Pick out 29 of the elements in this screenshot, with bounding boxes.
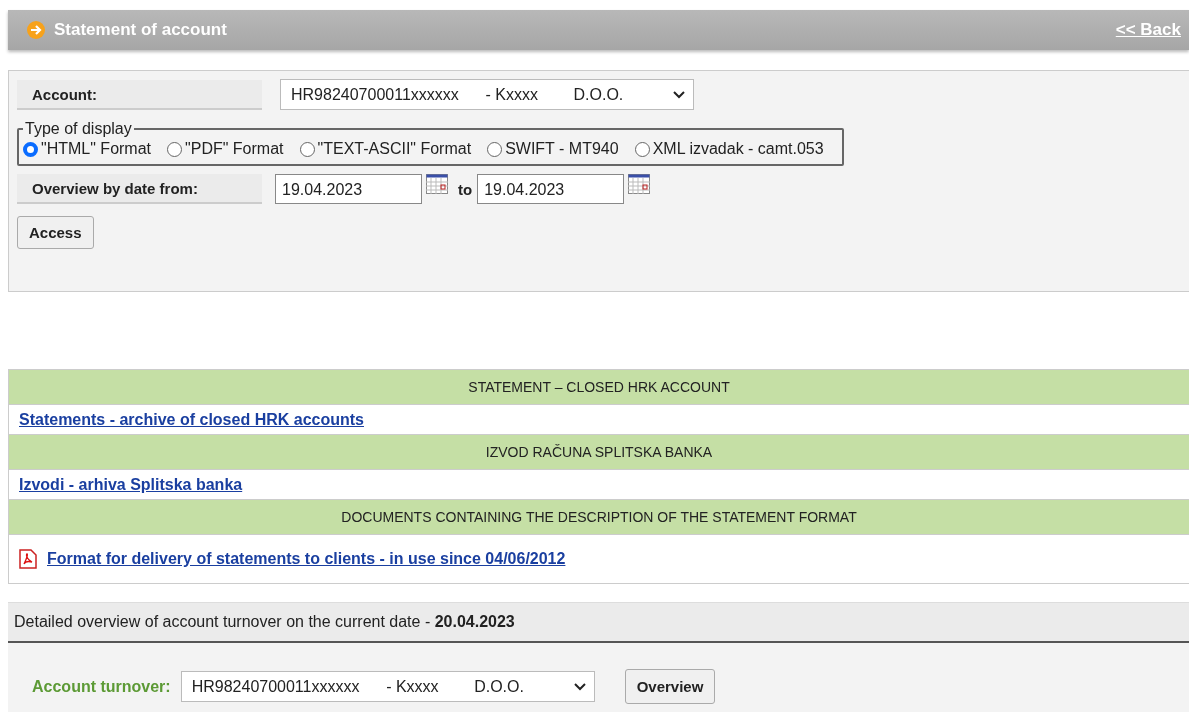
page-title: Statement of account (54, 20, 228, 40)
date-label: Overview by date from: (17, 174, 262, 204)
calendar-icon[interactable] (426, 174, 448, 194)
section-heading: DOCUMENTS CONTAINING THE DESCRIPTION OF THE STATEMENT FORMAT (9, 500, 1189, 535)
format-radio[interactable]: "PDF" Format (167, 140, 284, 158)
format-radio[interactable]: SWIFT - MT940 (487, 140, 619, 158)
turnover-label: Account turnover: (32, 677, 171, 696)
section-heading: STATEMENT – CLOSED HRK ACCOUNT (9, 370, 1189, 405)
to-label: to (458, 180, 473, 198)
group-legend: Type of display (23, 120, 134, 138)
document-link[interactable]: Format for delivery of statements to clients - in use since 04/06/2012 (47, 550, 566, 568)
chevron-icon (673, 90, 685, 99)
format-radio[interactable]: "TEXT-ASCII" Format (299, 140, 472, 158)
document-link[interactable]: Statements - archive of closed HRK accounts (19, 410, 364, 429)
turnover-account-select[interactable]: HR98240700011xxxxxx - Kxxxx D.O.O. (180, 671, 595, 702)
document-link[interactable]: Izvodi - arhiva Splitska banka (19, 475, 243, 494)
access-button[interactable]: Access (17, 216, 94, 249)
date-from-field[interactable]: 19.04.2023 (275, 174, 422, 204)
pdf-icon (19, 549, 37, 569)
overview-button[interactable]: Overview (624, 669, 716, 704)
account-select[interactable]: HR98240700011xxxxxx - Kxxxx D.O.O. (280, 79, 694, 110)
date-to-field[interactable]: 19.04.2023 (477, 174, 625, 204)
turnover-heading: Detailed overview of account turnover on the current date - 20.04.2023 (8, 602, 1189, 643)
calendar-icon[interactable] (628, 174, 651, 194)
section-heading: IZVOD RAČUNA SPLITSKA BANKA (9, 435, 1189, 470)
format-radio[interactable]: "HTML" Format (23, 140, 152, 158)
account-label: Account: (17, 79, 262, 110)
format-radio[interactable]: XML izvadak - camt.053 (634, 140, 824, 158)
chevron-icon (573, 682, 586, 691)
